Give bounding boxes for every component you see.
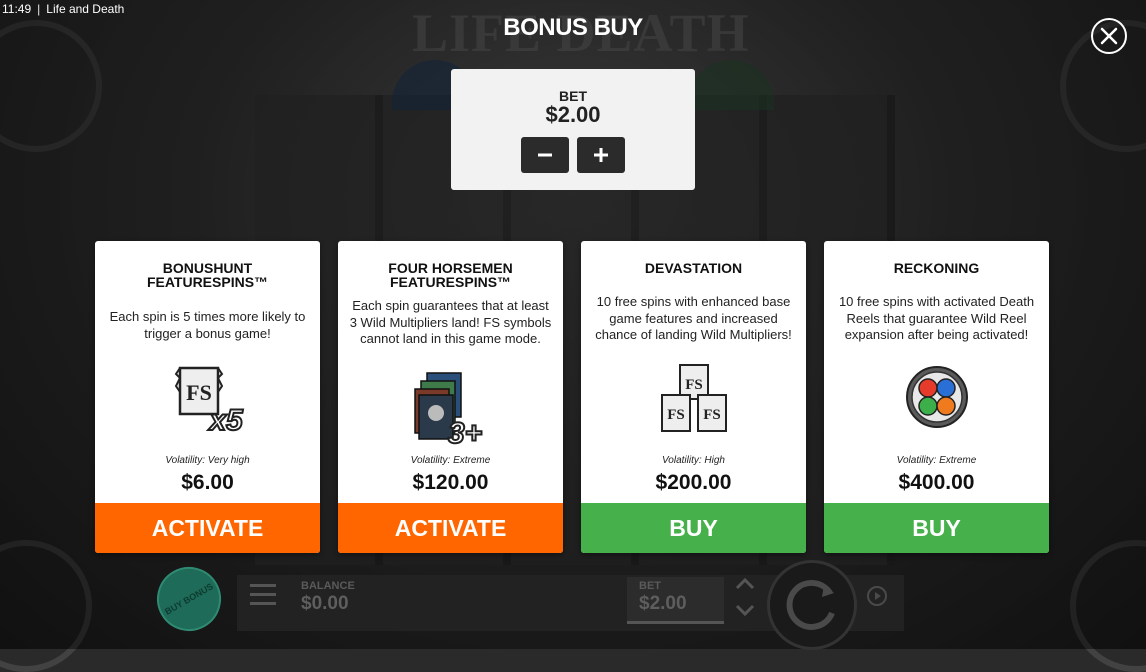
- modal-title: BONUS BUY: [503, 14, 643, 41]
- spin-icon: [786, 579, 835, 630]
- activate-button[interactable]: ACTIVATE: [95, 503, 320, 553]
- fs-x5-icon: FS x5: [166, 362, 250, 438]
- card-title: FOUR HORSEMEN FEATURESPINS™: [388, 260, 513, 290]
- card-title: RECKONING: [893, 260, 980, 276]
- close-button[interactable]: [1091, 18, 1127, 54]
- card-price: $400.00: [898, 471, 975, 494]
- spin-button[interactable]: [767, 560, 857, 650]
- bet-controls: [451, 137, 695, 173]
- card-title: BONUSHUNT FEATURESPINS™: [146, 260, 269, 290]
- buy-button[interactable]: BUY: [581, 503, 806, 553]
- fs-triple-icon: FS FS FS: [657, 363, 731, 435]
- card-description: Each spin is 5 times more likely to trig…: [109, 309, 306, 341]
- bet-value: $2.00: [545, 102, 601, 127]
- decrease-bet-button[interactable]: [521, 137, 569, 173]
- card-description: 10 free spins with activated Death Reels…: [838, 294, 1035, 342]
- card-price: $6.00: [181, 471, 234, 494]
- balance-label: BALANCE: [301, 580, 355, 592]
- bonus-card-bonushunt: BONUSHUNT FEATURESPINS™ Each spin is 5 t…: [95, 241, 320, 553]
- minus-icon: [538, 153, 552, 157]
- card-volatility: Volatility: Very high: [165, 455, 250, 466]
- activate-button[interactable]: ACTIVATE: [338, 503, 563, 553]
- chevron-up-down-icon: [735, 577, 755, 617]
- bonus-card-reckoning: RECKONING 10 free spins with activated D…: [824, 241, 1049, 553]
- card-volatility: Volatility: High: [662, 455, 725, 466]
- card-volatility: Volatility: Extreme: [896, 455, 977, 466]
- autoplay-icon[interactable]: [865, 584, 889, 608]
- svg-text:3+: 3+: [447, 417, 481, 447]
- svg-text:FS: FS: [667, 407, 685, 423]
- increase-bet-button[interactable]: [577, 137, 625, 173]
- svg-text:FS: FS: [703, 407, 721, 423]
- bet-arrows[interactable]: [733, 576, 757, 618]
- svg-text:FS: FS: [685, 377, 703, 393]
- bonus-card-devastation: DEVASTATION 10 free spins with enhanced …: [581, 241, 806, 553]
- card-price: $120.00: [412, 471, 489, 494]
- card-description: 10 free spins with enhanced base game fe…: [595, 294, 792, 342]
- close-icon: [1100, 27, 1118, 45]
- card-price: $200.00: [655, 471, 732, 494]
- bottom-bet-value: $2.00: [639, 593, 687, 614]
- buy-button[interactable]: BUY: [824, 503, 1049, 553]
- card-description: Each spin guarantees that at least 3 Wil…: [349, 298, 552, 346]
- card-volatility: Volatility: Extreme: [410, 455, 491, 466]
- plus-icon: [594, 148, 608, 162]
- balance-value: $0.00: [301, 593, 349, 614]
- svg-text:FS: FS: [186, 380, 212, 405]
- horsemen-3plus-icon: 3+: [411, 371, 491, 451]
- menu-icon[interactable]: [250, 584, 276, 606]
- stained-glass-rose-icon: [905, 365, 969, 429]
- bottom-bet-label: BET: [639, 580, 661, 592]
- bet-panel: BET $2.00: [451, 69, 695, 190]
- svg-text:x5: x5: [207, 404, 244, 434]
- card-title: DEVASTATION: [644, 260, 743, 276]
- bonus-card-four-horsemen: FOUR HORSEMEN FEATURESPINS™ Each spin gu…: [338, 241, 563, 553]
